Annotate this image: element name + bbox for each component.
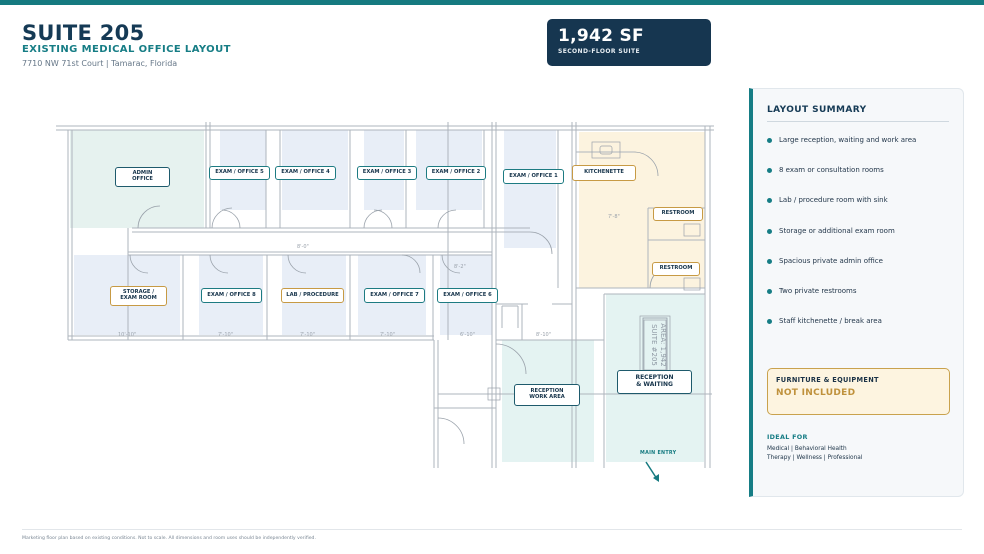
bullet-dot-icon (767, 258, 772, 264)
bullet-dot-icon (767, 228, 772, 234)
summary-item: Two private restrooms (767, 287, 957, 317)
square-footage-value: 1,942 SF (558, 26, 644, 46)
bullet-dot-icon (767, 198, 772, 204)
main-entry-arrow-icon (645, 461, 659, 482)
summary-item: Spacious private admin office (767, 257, 957, 287)
room-exam-office-3: EXAM / OFFICE 3 (357, 166, 417, 180)
svg-text:6'-10": 6'-10" (460, 332, 475, 338)
bullet-dot-icon (767, 319, 772, 325)
page-title: SUITE 205 (22, 21, 145, 45)
room-exam-office-6: EXAM / OFFICE 6 (437, 288, 498, 303)
room-admin-office: ADMIN OFFICE (115, 167, 170, 187)
room-reception-waiting: RECEPTION & WAITING (617, 370, 692, 394)
property-address: 7710 NW 71st Court | Tamarac, Florida (22, 59, 178, 68)
bullet-dot-icon (767, 138, 772, 143)
room-exam-office-7: EXAM / OFFICE 7 (364, 288, 425, 303)
room-restroom-1: RESTROOM (653, 207, 703, 221)
summary-list: Large reception, waiting and work area 8… (767, 136, 957, 347)
room-storage-exam: STORAGE / EXAM ROOM (110, 286, 167, 306)
summary-item: Storage or additional exam room (767, 227, 957, 257)
room-exam-office-5: EXAM / OFFICE 5 (209, 166, 270, 180)
bullet-dot-icon (767, 288, 772, 294)
main-entry-label: MAIN ENTRY (640, 451, 677, 456)
stamp-line-2: AREA: 1,942 (659, 323, 667, 366)
room-exam-office-4: EXAM / OFFICE 4 (275, 166, 336, 180)
svg-text:7'-10": 7'-10" (300, 332, 315, 338)
furniture-callout: FURNITURE & EQUIPMENT NOT INCLUDED (767, 368, 950, 415)
footer-divider (22, 529, 962, 530)
svg-text:8'-10": 8'-10" (536, 332, 551, 338)
furniture-value: NOT INCLUDED (776, 388, 856, 398)
svg-text:8'-2": 8'-2" (454, 264, 466, 270)
svg-text:7'-10": 7'-10" (218, 332, 233, 338)
room-kitchenette: KITCHENETTE (572, 165, 636, 181)
furniture-title: FURNITURE & EQUIPMENT (776, 376, 879, 384)
bullet-dot-icon (767, 168, 772, 174)
svg-text:7'-10": 7'-10" (380, 332, 395, 338)
top-accent-bar (0, 0, 984, 5)
summary-title: LAYOUT SUMMARY (767, 105, 867, 115)
summary-divider (767, 121, 949, 122)
ideal-for-title: IDEAL FOR (767, 433, 808, 441)
square-footage-label: SECOND-FLOOR SUITE (558, 48, 640, 55)
svg-text:7'-8": 7'-8" (608, 214, 620, 220)
ideal-for-line-2: Therapy | Wellness | Professional (767, 455, 863, 461)
summary-item: 8 exam or consultation rooms (767, 166, 957, 196)
room-exam-office-8: EXAM / OFFICE 8 (201, 288, 262, 303)
stamp-line-1: SUITE #205 (650, 324, 658, 366)
summary-item: Lab / procedure room with sink (767, 196, 957, 226)
room-lab-procedure: LAB / PROCEDURE (281, 288, 344, 303)
summary-item: Staff kitchenette / break area (767, 317, 957, 347)
fill-exam-1 (504, 130, 556, 248)
page-subtitle: EXISTING MEDICAL OFFICE LAYOUT (22, 44, 231, 55)
room-exam-office-2: EXAM / OFFICE 2 (426, 166, 486, 180)
square-footage-badge: 1,942 SF SECOND-FLOOR SUITE (547, 19, 711, 66)
ideal-for-line-1: Medical | Behavioral Health (767, 446, 847, 452)
room-restroom-2: RESTROOM (652, 262, 700, 276)
footer-disclaimer: Marketing floor plan based on existing c… (22, 536, 316, 541)
layout-summary-panel: LAYOUT SUMMARY Large reception, waiting … (749, 88, 964, 497)
room-reception-work-area: RECEPTION WORK AREA (514, 384, 580, 406)
svg-text:8'-0": 8'-0" (297, 244, 309, 250)
summary-item: Large reception, waiting and work area (767, 136, 957, 166)
room-exam-office-1: EXAM / OFFICE 1 (503, 169, 564, 184)
svg-text:10'-10": 10'-10" (118, 332, 136, 338)
